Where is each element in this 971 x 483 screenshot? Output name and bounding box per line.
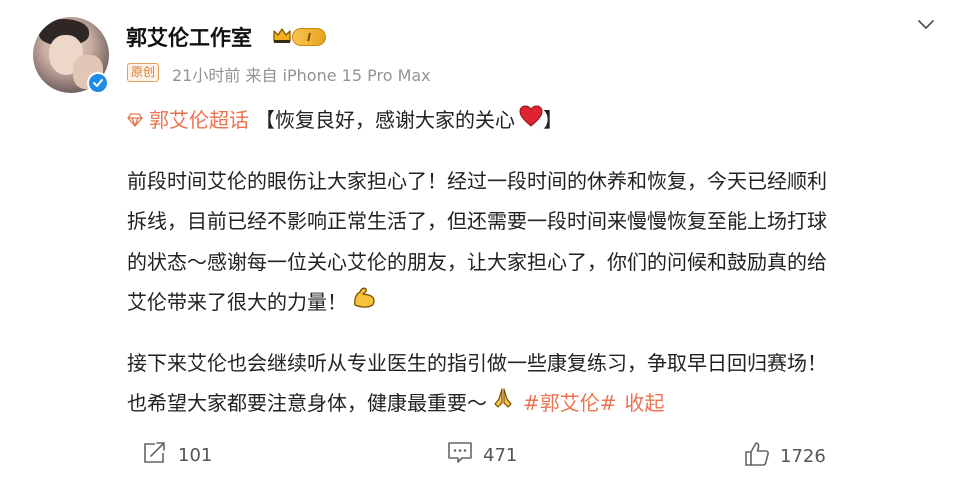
repost-count: 101	[178, 445, 213, 466]
post-time[interactable]: 21小时前	[172, 66, 240, 85]
headline-text: 【恢复良好，感谢大家的关心	[255, 108, 515, 132]
verified-icon	[87, 72, 109, 94]
like-icon	[744, 441, 770, 472]
like-count: 1726	[780, 446, 826, 467]
post-meta: 21小时前 来自 iPhone 15 Pro Max	[172, 62, 431, 86]
like-button[interactable]: 1726	[744, 441, 826, 472]
paragraph-1-line: 前段时间艾伦的眼伤让大家担心了！经过一段时间的休养和恢复，今天已经顺利	[127, 168, 827, 193]
heart-icon	[519, 100, 543, 141]
repost-button[interactable]: 101	[142, 441, 212, 470]
paragraph-2-line: 也希望大家都要注意身体，健康最重要～ #郭艾伦# 收起	[127, 383, 927, 424]
paragraph-1-line: 拆线，目前已经不影响正常生活了，但还需要一段时间来慢慢恢复至能上场打球	[127, 209, 827, 233]
hashtag-link[interactable]: #郭艾伦#	[523, 383, 617, 424]
chevron-down-icon[interactable]	[916, 14, 936, 38]
member-level-badge[interactable]: I	[292, 28, 326, 46]
author-name[interactable]: 郭艾伦工作室	[126, 22, 252, 52]
repost-icon	[142, 441, 168, 470]
super-topic-icon	[127, 100, 143, 141]
post-body: 郭艾伦超话 【恢复良好，感谢大家的关心 】 前段时间艾伦的眼伤让大家担心了！经过…	[127, 100, 927, 424]
comment-button[interactable]: 471	[447, 441, 517, 470]
headline-line: 郭艾伦超话 【恢复良好，感谢大家的关心 】	[127, 100, 927, 141]
paragraph-2-line: 接下来艾伦也会继续听从专业医生的指引做一些康复练习，争取早日回归赛场！	[127, 350, 827, 375]
paragraph-1-line: 艾伦带来了很大的力量！	[127, 282, 927, 323]
flexed-biceps-icon	[351, 282, 377, 323]
weibo-post-card: 郭艾伦工作室 I 原创 21小时前 来自 iPhone 15 Pro Max 郭…	[0, 0, 971, 483]
collapse-link[interactable]: 收起	[625, 383, 665, 424]
comment-icon	[447, 441, 473, 470]
comment-count: 471	[483, 445, 518, 466]
crown-icon	[272, 26, 292, 48]
post-source: 来自 iPhone 15 Pro Max	[245, 66, 431, 85]
paragraph-1-line: 的状态～感谢每一位关心艾伦的朋友，让大家担心了，你们的问候和鼓励真的给	[127, 249, 827, 274]
original-tag: 原创	[127, 63, 160, 82]
super-topic-link[interactable]: 郭艾伦超话	[127, 100, 249, 141]
folded-hands-icon	[491, 383, 515, 424]
action-bar: 101 471 1726	[0, 433, 971, 473]
